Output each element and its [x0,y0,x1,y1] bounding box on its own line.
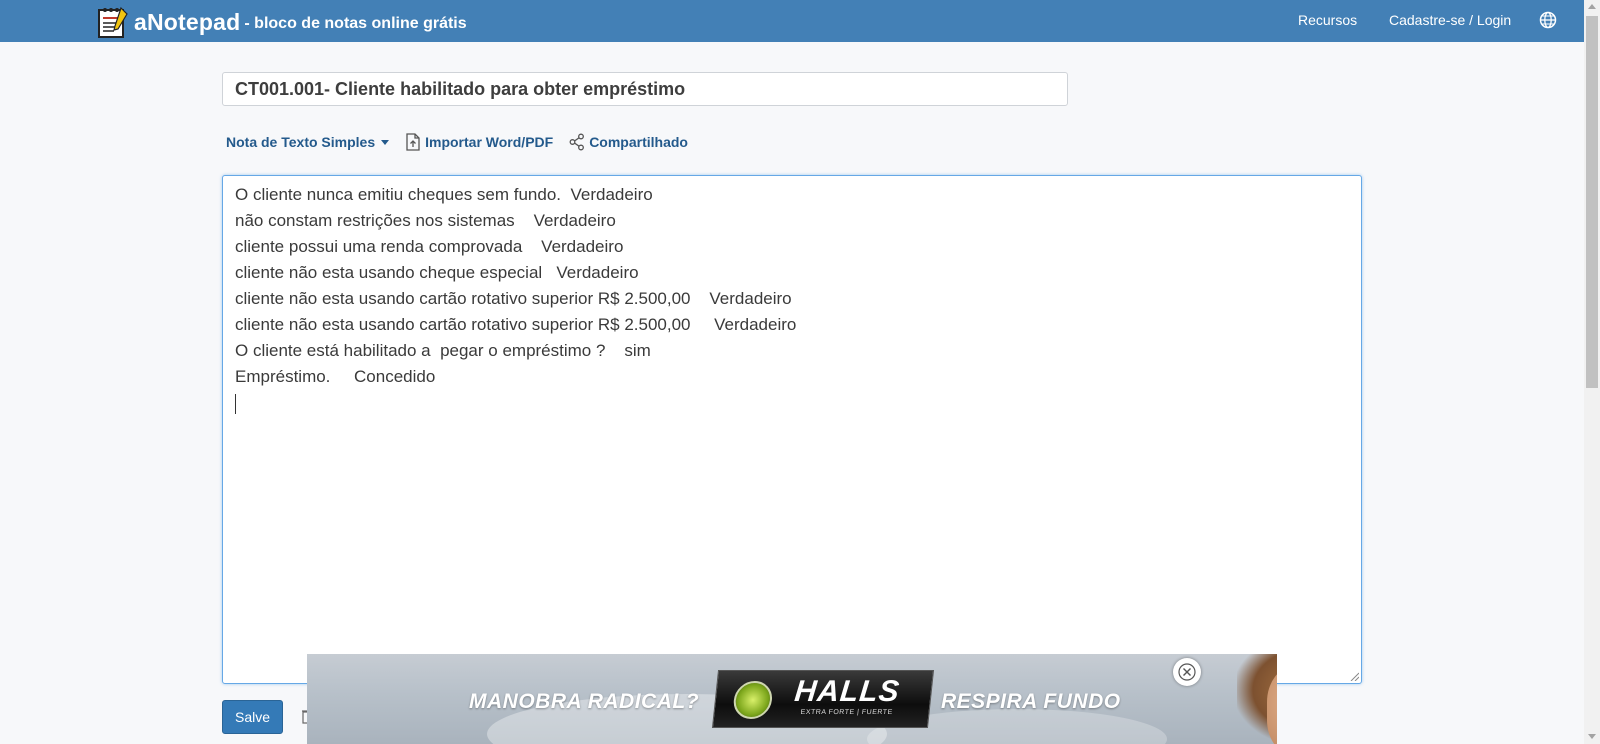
nav-recursos[interactable]: Recursos [1298,12,1357,28]
note-line: não constam restrições nos sistemas Verd… [235,211,616,230]
note-line: Empréstimo. Concedido [235,367,436,386]
note-line: cliente não esta usando cartão rotativo … [235,289,792,308]
scroll-down-arrow-icon[interactable] [1588,734,1596,739]
brand[interactable]: aNotepad - bloco de notas online grátis [96,4,467,40]
share-label: Compartilhado [589,134,688,150]
note-toolbar: Nota de Texto Simples Importar Word/PDF … [226,132,704,152]
halls-subtext: EXTRA FORTE | FUERTE [800,709,894,716]
halls-emblem-icon [731,681,774,719]
note-line: O cliente nunca emitiu cheques sem fundo… [235,185,653,204]
share-button[interactable]: Compartilhado [569,133,688,151]
scroll-up-arrow-icon[interactable] [1588,4,1596,9]
globe-icon[interactable] [1539,11,1557,29]
note-type-label: Nota de Texto Simples [226,134,376,150]
caret-down-icon [381,139,390,145]
ad-close-button[interactable] [1173,658,1201,686]
notepad-icon [98,6,128,38]
page-scrollbar[interactable] [1584,0,1600,744]
ad-left-text: MANOBRA RADICAL? [469,690,700,713]
save-button[interactable]: Salve [222,700,283,734]
share-icon [569,133,585,151]
note-type-dropdown[interactable]: Nota de Texto Simples [226,134,390,150]
brand-name: aNotepad [134,8,241,35]
note-body-textarea[interactable]: O cliente nunca emitiu cheques sem fundo… [222,175,1362,684]
ad-banner[interactable]: MANOBRA RADICAL? HALLS EXTRA FORTE | FUE… [307,654,1277,744]
ad-right-text: RESPIRA FUNDO [941,690,1121,713]
note-line: O cliente está habilitado a pegar o empr… [235,341,651,360]
import-button[interactable]: Importar Word/PDF [405,133,553,151]
text-cursor [235,393,236,414]
halls-brand-text: HALLS [793,675,902,708]
note-line: cliente não esta usando cartão rotativo … [235,315,797,334]
import-label: Importar Word/PDF [425,134,554,150]
file-upload-icon [406,133,420,151]
brand-tagline: - bloco de notas online grátis [244,15,467,32]
text-cursor-line [235,390,1349,416]
note-line: cliente não esta usando cheque especial … [235,263,639,282]
nav-login[interactable]: Cadastre-se / Login [1389,12,1511,28]
resize-handle-icon[interactable] [1349,671,1359,681]
halls-product-image: HALLS EXTRA FORTE | FUERTE [711,670,935,728]
note-line: cliente possui uma renda comprovada Verd… [235,237,624,256]
note-title-input[interactable] [222,72,1068,106]
scroll-thumb[interactable] [1586,16,1598,388]
top-navbar: aNotepad - bloco de notas online grátis … [0,0,1584,42]
close-icon [1178,663,1196,681]
